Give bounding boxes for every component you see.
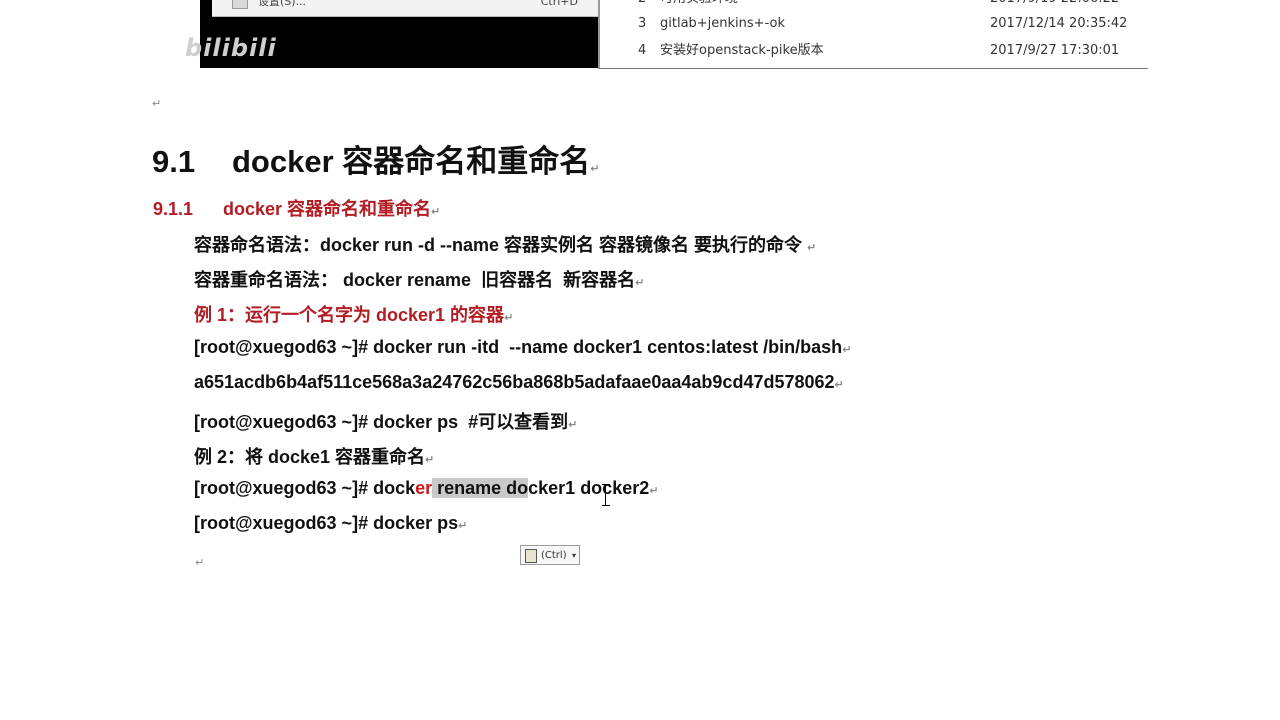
line-text: 例 1：运行一个名字为 docker1 的容器 xyxy=(194,305,505,325)
line-text: 容器命名语法：docker run -d --name 容器实例名 容器镜像名 … xyxy=(194,235,808,255)
container-id-line[interactable]: a651acdb6b4af511ce568a3a24762c56ba868b5a… xyxy=(194,372,844,393)
command-line[interactable]: [root@xuegod63 ~]# docker ps↵ xyxy=(194,513,467,534)
line-text: a651acdb6b4af511ce568a3a24762c56ba868b5a… xyxy=(194,372,835,392)
paragraph-mark: ↵ xyxy=(431,206,441,218)
paragraph-mark: ↵ xyxy=(568,419,578,431)
paragraph-mark: ↵ xyxy=(458,520,468,532)
chevron-down-icon: ▾ xyxy=(571,551,576,560)
line-text: cker1 docker2 xyxy=(528,478,650,498)
paragraph-mark: ↵ xyxy=(504,312,514,324)
paragraph-mark: ↵ xyxy=(834,379,844,391)
heading-1-number: 9.1 xyxy=(152,144,196,179)
clipboard-icon xyxy=(525,549,537,563)
line-text: [root@xuegod63 ~]# docker ps #可以查看到 xyxy=(194,412,569,432)
rename-syntax-line[interactable]: 容器重命名语法： docker rename 旧容器名 新容器名↵ xyxy=(194,266,644,292)
text-selection[interactable]: rename do xyxy=(432,478,529,498)
paragraph-mark: ↵ xyxy=(152,97,162,110)
paragraph-mark: ↵ xyxy=(635,277,645,289)
paste-options-button[interactable]: (Ctrl) ▾ xyxy=(520,545,580,565)
paragraph-mark: ↵ xyxy=(590,163,600,175)
heading-1-text: docker 容器命名和重命名 xyxy=(232,144,591,179)
line-text: [root@xuegod63 ~]# docker ps xyxy=(194,513,459,533)
rename-command-line[interactable]: [root@xuegod63 ~]# docker rename docker1… xyxy=(194,478,658,499)
command-line[interactable]: [root@xuegod63 ~]# docker run -itd --nam… xyxy=(194,337,851,358)
paste-options-label: (Ctrl) xyxy=(541,550,567,561)
heading-1[interactable]: 9.1 docker 容器命名和重命名↵ xyxy=(152,136,600,181)
line-text: [root@xuegod63 ~]# docker run -itd --nam… xyxy=(194,337,843,357)
line-text: 容器重命名语法： docker rename 旧容器名 新容器名 xyxy=(194,270,636,290)
heading-2[interactable]: 9.1.1 docker 容器命名和重命名↵ xyxy=(153,195,440,221)
document-page[interactable]: ↵ 9.1 docker 容器命名和重命名↵ 9.1.1 docker 容器命名和重… xyxy=(0,0,1280,720)
ibeam-cursor-icon xyxy=(602,484,610,506)
heading-2-text: docker 容器命名和重命名 xyxy=(223,199,432,219)
line-text: 例 2：将 docke1 容器重命名 xyxy=(194,447,426,467)
cursor-highlight: er xyxy=(415,478,433,498)
heading-2-number: 9.1.1 xyxy=(153,199,194,219)
paragraph-mark: ↵ xyxy=(195,556,205,569)
example-1-title[interactable]: 例 1：运行一个名字为 docker1 的容器↵ xyxy=(194,301,513,327)
paragraph-mark: ↵ xyxy=(842,344,852,356)
paragraph-mark: ↵ xyxy=(649,485,659,497)
line-text: [root@xuegod63 ~]# dock xyxy=(194,478,416,498)
paragraph-mark: ↵ xyxy=(425,454,435,466)
paragraph-mark: ↵ xyxy=(807,242,817,254)
example-2-title[interactable]: 例 2：将 docke1 容器重命名↵ xyxy=(194,443,434,469)
syntax-line[interactable]: 容器命名语法：docker run -d --name 容器实例名 容器镜像名 … xyxy=(194,231,816,257)
command-line[interactable]: [root@xuegod63 ~]# docker ps #可以查看到↵ xyxy=(194,408,577,434)
